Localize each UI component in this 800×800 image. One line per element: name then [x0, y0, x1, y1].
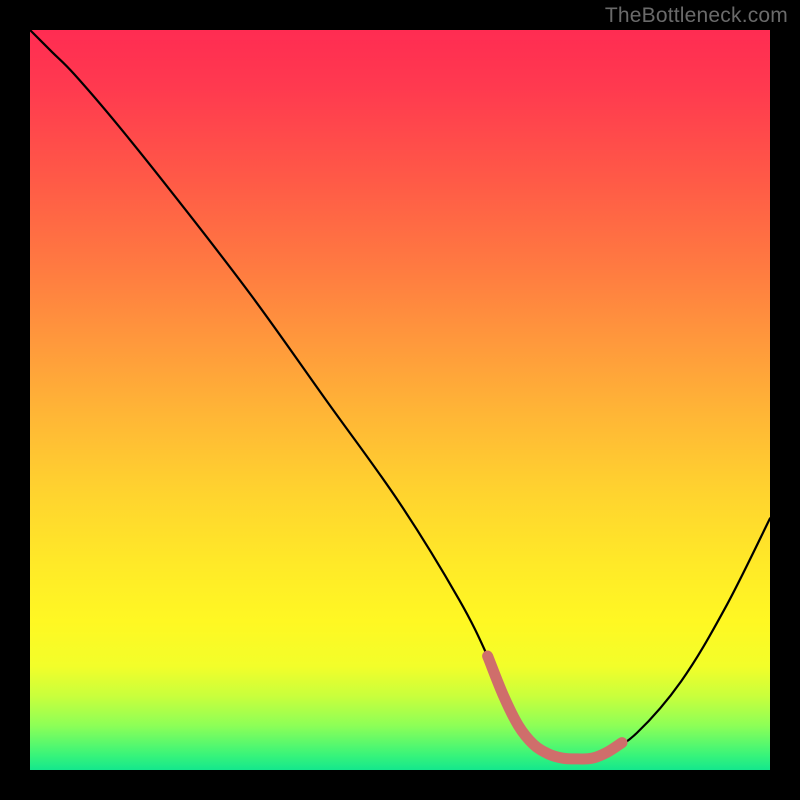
plot-svg [30, 30, 770, 770]
attribution-text: TheBottleneck.com [605, 4, 788, 28]
bottleneck-curve [30, 30, 770, 759]
chart-container: TheBottleneck.com [0, 0, 800, 800]
plot-area [30, 30, 770, 770]
optimal-range-highlight [488, 656, 622, 759]
